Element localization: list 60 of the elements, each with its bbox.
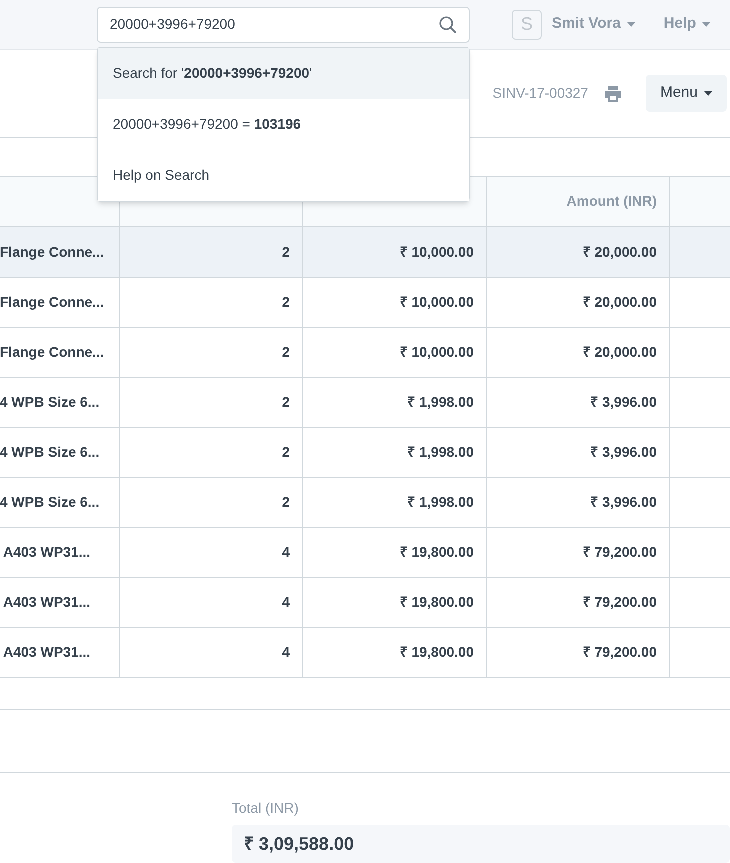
table-row[interactable]: Flange Conne... 2 ₹ 10,000.00 ₹ 20,000.00 — [0, 227, 730, 277]
table-cell-text: 4 — [282, 643, 290, 662]
table-cell-text: 4 — [282, 543, 290, 562]
search-field[interactable]: 20000+3996+79200 — [97, 6, 470, 42]
table-row[interactable]: A403 WP31... 4 ₹ 19,800.00 ₹ 79,200.00 — [0, 627, 730, 677]
table-cell-text: A403 WP31... — [2, 543, 91, 562]
table-cell-text: ₹ 3,996.00 — [590, 493, 657, 512]
total-field: ₹ 3,09,588.00 — [232, 825, 730, 863]
table-cell-text: 4 WPB Size 6... — [0, 393, 100, 412]
table-cell-text: 4 — [282, 593, 290, 612]
table-cell-text: ₹ 19,800.00 — [400, 643, 474, 662]
dropdown-item[interactable]: Help on Search — [98, 150, 469, 201]
table-cell-text: ₹ 20,000.00 — [582, 343, 657, 362]
table-cell-text: 2 — [282, 443, 290, 462]
table-cell-text: A403 WP31... — [2, 593, 91, 612]
table-cell-text: ₹ 79,200.00 — [582, 543, 657, 562]
table-cell-text: 2 — [282, 343, 290, 362]
table-cell-text: Flange Conne... — [0, 343, 104, 362]
table-cell-text: ₹ 19,800.00 — [400, 593, 474, 612]
table-cell-text: ₹ 79,200.00 — [582, 593, 657, 612]
caret-icon — [702, 22, 712, 27]
table-cell-text: ₹ 10,000.00 — [400, 343, 474, 362]
table-cell-text: ₹ 79,200.00 — [582, 643, 657, 662]
table-cell-text: 2 — [282, 493, 290, 512]
printer-icon[interactable] — [604, 86, 622, 102]
total-label: Total (INR) — [232, 799, 300, 818]
table-row[interactable]: A403 WP31... 4 ₹ 19,800.00 ₹ 79,200.00 — [0, 527, 730, 577]
table-row[interactable]: 4 WPB Size 6... 2 ₹ 1,998.00 ₹ 3,996.00 — [0, 477, 730, 527]
table-cell-text: ₹ 1,998.00 — [408, 393, 474, 412]
dropdown-item[interactable]: Search for '20000+3996+79200' — [98, 48, 469, 99]
table-cell-text: ₹ 19,800.00 — [400, 543, 474, 562]
table-cell-text: 4 WPB Size 6... — [0, 493, 100, 512]
dropdown-item[interactable]: 20000+3996+79200 = 103196 — [98, 99, 469, 150]
table-cell-text: 2 — [282, 393, 290, 412]
table-cell-text: ₹ 3,996.00 — [590, 443, 657, 462]
search-input[interactable]: 20000+3996+79200 — [110, 14, 439, 35]
table-cell-text: ₹ 1,998.00 — [408, 493, 474, 512]
document-id: SINV-17-00327 — [492, 84, 588, 103]
table-row[interactable]: Flange Conne... 2 ₹ 10,000.00 ₹ 20,000.00 — [0, 327, 730, 377]
table-cell-text: A403 WP31... — [2, 643, 91, 662]
table-cell-text: 4 WPB Size 6... — [0, 443, 100, 462]
table-cell-text: ₹ 20,000.00 — [582, 293, 657, 312]
table-cell-text: 2 — [282, 242, 290, 262]
search-icon — [439, 16, 457, 34]
table-cell-text: 2 — [282, 293, 290, 312]
table-cell-text: Flange Conne... — [0, 242, 104, 262]
table-row[interactable]: Flange Conne... 2 ₹ 10,000.00 ₹ 20,000.00 — [0, 277, 730, 327]
table-cell-text: ₹ 3,996.00 — [590, 393, 657, 412]
table-cell-text: ₹ 20,000.00 — [582, 242, 657, 262]
table-cell-text: ₹ 10,000.00 — [400, 293, 474, 312]
column-header: Amount (INR) — [566, 192, 657, 211]
table-cell-text: Flange Conne... — [0, 293, 104, 312]
table-row[interactable]: 4 WPB Size 6... 2 ₹ 1,998.00 ₹ 3,996.00 — [0, 427, 730, 477]
table-cell-text: ₹ 1,998.00 — [408, 443, 474, 462]
caret-icon — [626, 22, 636, 27]
table-row[interactable]: A403 WP31... 4 ₹ 19,800.00 ₹ 79,200.00 — [0, 577, 730, 627]
table-row[interactable]: 4 WPB Size 6... 2 ₹ 1,998.00 ₹ 3,996.00 — [0, 377, 730, 427]
table-cell-text: ₹ 10,000.00 — [400, 242, 474, 262]
menu-button[interactable]: Menu — [646, 75, 727, 112]
caret-icon — [704, 91, 713, 96]
